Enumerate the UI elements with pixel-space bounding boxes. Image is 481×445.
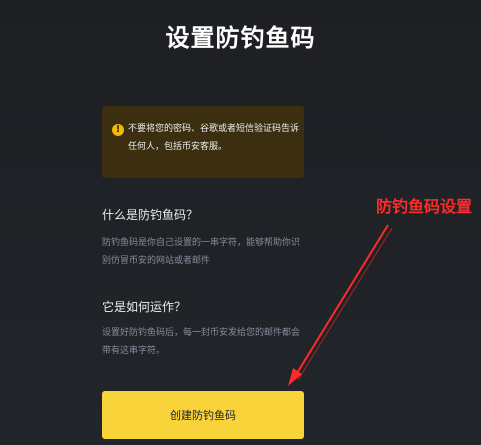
- annotation-arrow-icon: [288, 224, 393, 386]
- page: 设置防钓鱼码 ! 不要将您的密码、谷歌或者短信验证码告诉任何人，包括币安客服。 …: [0, 0, 481, 445]
- section-heading-what: 什么是防钓鱼码？: [102, 208, 199, 222]
- create-anti-phishing-code-button[interactable]: 创建防钓鱼码: [102, 391, 304, 439]
- section-body-how: 设置好防钓鱼码后，每一封币安发给您的邮件都会带有这串字符。: [102, 328, 301, 356]
- page-title: 设置防钓鱼码: [165, 24, 316, 52]
- section-body-what: 防钓鱼码是你自己设置的一串字符，能够帮助你识别仿冒币安的网站或者邮件: [102, 238, 301, 266]
- warning-icon: !: [112, 124, 124, 136]
- warning-text: 不要将您的密码、谷歌或者短信验证码告诉任何人，包括币安客服。: [128, 124, 300, 152]
- warning-banner: ! 不要将您的密码、谷歌或者短信验证码告诉任何人，包括币安客服。: [102, 106, 304, 178]
- annotation-label: 防钓鱼码设置: [376, 197, 473, 216]
- section-heading-how: 它是如何运作？: [102, 300, 187, 314]
